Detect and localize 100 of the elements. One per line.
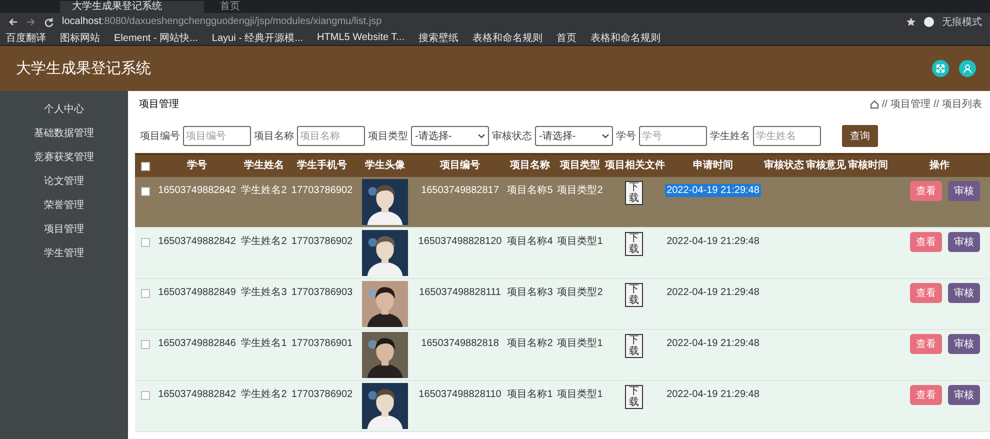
bookmark[interactable]: 百度翻译: [6, 30, 46, 44]
search-button[interactable]: 查询: [842, 125, 878, 147]
table-cell-text: 165037498828110: [418, 388, 502, 401]
column-header: 学生头像: [364, 160, 406, 172]
app-title: 大学生成果登记系统: [16, 59, 151, 78]
checkbox[interactable]: [140, 187, 150, 196]
filter-field[interactable]: 学号: [639, 126, 707, 146]
breadcrumb-item[interactable]: 项目列表: [942, 97, 982, 111]
table-cell: 2022-04-19 21:29:48: [666, 338, 760, 349]
column-header: 审核状态: [763, 160, 805, 172]
table-cell-text: 学生姓名3: [240, 286, 288, 299]
review-button[interactable]: 审核: [948, 181, 980, 201]
table-cell-text: 项目类型2: [556, 286, 604, 299]
sidebar-item[interactable]: 论文管理: [44, 175, 84, 189]
table-cell-text: 项目名称5: [506, 184, 554, 197]
breadcrumb-item[interactable]: 项目管理: [890, 97, 930, 111]
table-cell-text: 165037498828120: [417, 235, 503, 248]
filter-select[interactable]: -请选择-: [411, 126, 489, 146]
filter-label: 项目类型: [368, 130, 408, 143]
sidebar-item[interactable]: 基础数据管理: [34, 127, 94, 141]
column-header: 学生手机号: [296, 160, 348, 172]
table-cell-text: 17703786902: [290, 184, 354, 197]
table-cell-text: 项目类型1: [556, 336, 604, 350]
checkbox[interactable]: [140, 162, 150, 170]
bookmark[interactable]: 搜索壁纸: [418, 30, 458, 44]
download-button[interactable]: 下载: [625, 181, 643, 205]
column-header: 项目类型: [558, 160, 601, 172]
filter-label: 项目名称: [254, 130, 294, 143]
table-cell: 2022-04-19 21:29:48: [664, 184, 762, 197]
sidebar-item[interactable]: 项目管理: [44, 223, 84, 237]
download-button[interactable]: 下载: [625, 334, 643, 358]
review-button[interactable]: 审核: [948, 232, 980, 252]
column-header: 项目编号: [438, 160, 481, 172]
table-cell-text: 项目类型1: [556, 234, 604, 248]
user-icon[interactable]: [959, 60, 976, 77]
home-icon[interactable]: [870, 100, 879, 108]
review-button[interactable]: 审核: [948, 385, 980, 405]
table-cell-text: 项目类型1: [556, 388, 604, 401]
table-row[interactable]: 16503749882842 学生姓名2 17703786902 16503749882817 项目名称5 项目类型2 下载 2022-04-19 21:29:48 查看 审核: [135, 177, 990, 228]
profile-icon[interactable]: [924, 16, 934, 26]
table-cell-text: 学生姓名1: [240, 336, 288, 350]
table-cell-text: 项目名称2: [506, 337, 554, 350]
filter-field[interactable]: 学生姓名: [753, 126, 821, 146]
table-cell-text: 学生姓名2: [240, 388, 288, 401]
expand-icon[interactable]: [932, 60, 949, 77]
table-cell-text: 16503749882846: [157, 337, 237, 350]
checkbox[interactable]: [140, 340, 150, 349]
forward-icon[interactable]: [26, 16, 36, 26]
column-header: 项目名称: [508, 160, 551, 172]
column-header: 申请时间: [692, 160, 734, 172]
filter-field[interactable]: 项目编号: [183, 126, 251, 146]
table-row[interactable]: 16503749882849 学生姓名3 17703786903 165037498828111 项目名称3 项目类型2 下载 2022-04-19 21:29:48 查看 审核: [135, 279, 990, 330]
table-cell-text: 16503749882818: [420, 337, 500, 350]
table-cell-text: 16503749882842: [157, 184, 237, 197]
column-header: 审核时间: [847, 160, 889, 172]
column-header: 审核意见: [805, 160, 847, 172]
bookmark[interactable]: 图标网站: [60, 30, 100, 44]
download-button[interactable]: 下载: [625, 385, 643, 409]
bookmark[interactable]: 表格和命名规则: [472, 30, 542, 44]
table-cell-text: 16503749882842: [157, 235, 237, 248]
bookmark[interactable]: 表格和命名规则: [590, 30, 660, 44]
table-cell-text: 项目类型2: [556, 184, 604, 197]
checkbox[interactable]: [140, 289, 150, 298]
table-cell-text: 项目名称3: [506, 286, 554, 299]
table-cell-text: 16503749882817: [420, 184, 500, 197]
bookmark[interactable]: Element - 网站快...: [114, 30, 198, 44]
table-cell: 2022-04-19 21:29:48: [666, 236, 760, 247]
filter-field[interactable]: 项目名称: [297, 126, 365, 146]
table-cell-text: 17703786901: [290, 337, 354, 350]
back-icon[interactable]: [8, 16, 18, 26]
checkbox[interactable]: [140, 391, 150, 400]
bookmark[interactable]: HTML5 Website T...: [317, 32, 404, 43]
filter-label: 学号: [616, 130, 636, 143]
browser-tab[interactable]: 大学生成果登记系统: [60, 1, 204, 13]
column-header: 学号: [186, 160, 208, 172]
profile-label[interactable]: 无痕模式: [942, 14, 982, 28]
review-button[interactable]: 审核: [948, 334, 980, 354]
table-cell-text: 17703786902: [290, 388, 354, 401]
browser-tab[interactable]: 首页: [208, 1, 352, 13]
sidebar-item[interactable]: 个人中心: [44, 103, 84, 117]
sidebar-item[interactable]: 学生管理: [44, 247, 84, 261]
column-header: 学生姓名: [243, 160, 285, 172]
filter-select[interactable]: -请选择-: [535, 126, 613, 146]
sidebar-item[interactable]: 荣誉管理: [44, 199, 84, 213]
table-cell-text: 16503749882849: [157, 286, 237, 299]
table-row[interactable]: 16503749882846 学生姓名1 17703786901 16503749882818 项目名称2 项目类型1 下载 2022-04-19 21:29:48 查看 审核: [135, 330, 990, 381]
checkbox[interactable]: [140, 238, 150, 247]
sidebar-item[interactable]: 竞赛获奖管理: [34, 151, 94, 165]
download-button[interactable]: 下载: [625, 283, 643, 307]
bookmark[interactable]: 首页: [556, 30, 576, 44]
url-field[interactable]: localhost:8080/daxueshengchengguodengji/jsp/modules/xiangmu/list.jsp: [62, 16, 898, 27]
table-row[interactable]: 16503749882842 学生姓名2 17703786902 165037498828120 项目名称4 项目类型1 下载 2022-04-19 21:29:48 查看 审核: [135, 228, 990, 279]
bookmark[interactable]: Layui - 经典开源模...: [212, 30, 304, 44]
download-button[interactable]: 下载: [625, 232, 643, 256]
filter-label: 项目编号: [140, 130, 180, 143]
table-row[interactable]: 16503749882842 学生姓名2 17703786902 165037498828110 项目名称1 项目类型1 下载 2022-04-19 21:29:48 查看 审核: [135, 381, 990, 432]
reload-icon[interactable]: [44, 16, 54, 26]
table-cell-text: 项目名称1: [506, 388, 554, 401]
star-icon[interactable]: [906, 16, 916, 26]
review-button[interactable]: 审核: [948, 283, 980, 303]
